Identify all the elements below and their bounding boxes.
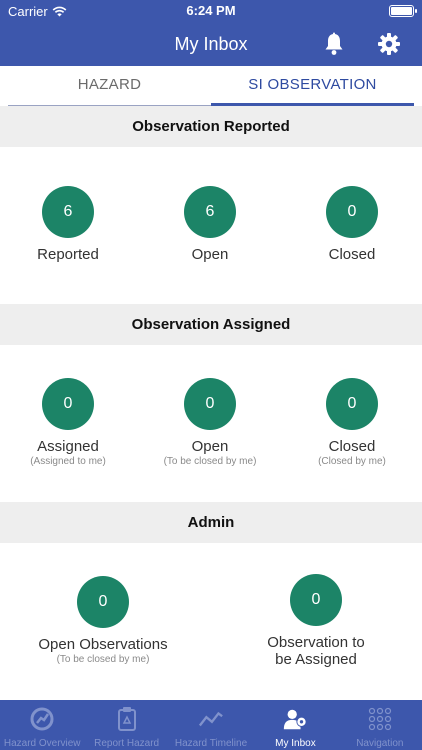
navigation-grid-icon [367, 706, 393, 732]
tab-si-observation[interactable]: SI OBSERVATION [211, 66, 414, 106]
bottom-tab-label: Report Hazard [94, 738, 160, 749]
stat-label-line2: be Assigned [275, 651, 357, 668]
settings-gear-icon[interactable] [376, 31, 402, 57]
stat-sublabel: (To be closed by me) [56, 654, 150, 665]
bottom-tab-label: Navigation [356, 738, 404, 749]
stat-label: Open [191, 438, 229, 455]
my-inbox-icon [282, 706, 308, 732]
top-bar: Carrier 6:24 PM My Inbox [0, 0, 422, 66]
stat-sublabel: (To be closed by me) [163, 456, 257, 467]
stat-open-observations[interactable]: 0 Open Observations (To be closed by me) [23, 576, 183, 665]
segment-tabs: HAZARD SI OBSERVATION [8, 66, 414, 106]
notifications-bell-icon[interactable] [321, 31, 347, 57]
bottom-tab-label: Hazard Timeline [174, 738, 248, 749]
stat-label: Closed [328, 438, 376, 455]
count-circle: 0 [290, 574, 342, 626]
count-circle: 0 [326, 186, 378, 238]
bottom-tab-report-hazard[interactable]: Report Hazard [84, 700, 168, 750]
count-circle: 0 [326, 378, 378, 430]
stat-observation-to-be-assigned[interactable]: 0 Observation to be Assigned [236, 574, 396, 668]
bottom-tab-bar: Hazard Overview Report Hazard Hazard Tim… [0, 700, 422, 750]
bottom-tab-hazard-overview[interactable]: Hazard Overview [0, 700, 84, 750]
bottom-tab-navigation[interactable]: Navigation [338, 700, 422, 750]
stat-assigned-open[interactable]: 0 Open (To be closed by me) [140, 378, 280, 467]
stat-assigned-closed[interactable]: 0 Closed (Closed by me) [282, 378, 422, 467]
stat-closed[interactable]: 0 Closed [282, 186, 422, 263]
stat-label: Open Observations [38, 636, 168, 653]
bottom-tab-my-inbox[interactable]: My Inbox [253, 700, 337, 750]
tab-hazard[interactable]: HAZARD [8, 66, 211, 106]
bottom-tab-label: Hazard Overview [3, 738, 81, 749]
stat-assigned[interactable]: 0 Assigned (Assigned to me) [0, 378, 138, 467]
bottom-tab-label: My Inbox [275, 738, 316, 749]
count-circle: 0 [184, 378, 236, 430]
section-header-observation-reported: Observation Reported [0, 106, 422, 147]
report-hazard-icon [114, 706, 140, 732]
stat-label: Open [191, 246, 229, 263]
status-bar: Carrier 6:24 PM [0, 0, 422, 22]
page-title: My Inbox [174, 34, 248, 54]
stat-sublabel: (Assigned to me) [30, 456, 106, 467]
count-circle: 0 [42, 378, 94, 430]
stat-reported[interactable]: 6 Reported [0, 186, 138, 263]
section-header-admin: Admin [0, 502, 422, 543]
battery-icon [389, 5, 417, 17]
stat-sublabel: (Closed by me) [318, 456, 386, 467]
stat-label: Reported [37, 246, 99, 263]
stat-open[interactable]: 6 Open [140, 186, 280, 263]
count-circle: 6 [42, 186, 94, 238]
stat-label: Closed [328, 246, 376, 263]
hazard-timeline-icon [198, 706, 224, 732]
stat-label: Assigned [37, 438, 99, 455]
status-time: 6:24 PM [186, 3, 236, 18]
bottom-tab-hazard-timeline[interactable]: Hazard Timeline [169, 700, 253, 750]
count-circle: 6 [184, 186, 236, 238]
stat-label-line1: Observation to [267, 634, 365, 651]
hazard-overview-icon [29, 706, 55, 732]
count-circle: 0 [77, 576, 129, 628]
section-header-observation-assigned: Observation Assigned [0, 304, 422, 345]
